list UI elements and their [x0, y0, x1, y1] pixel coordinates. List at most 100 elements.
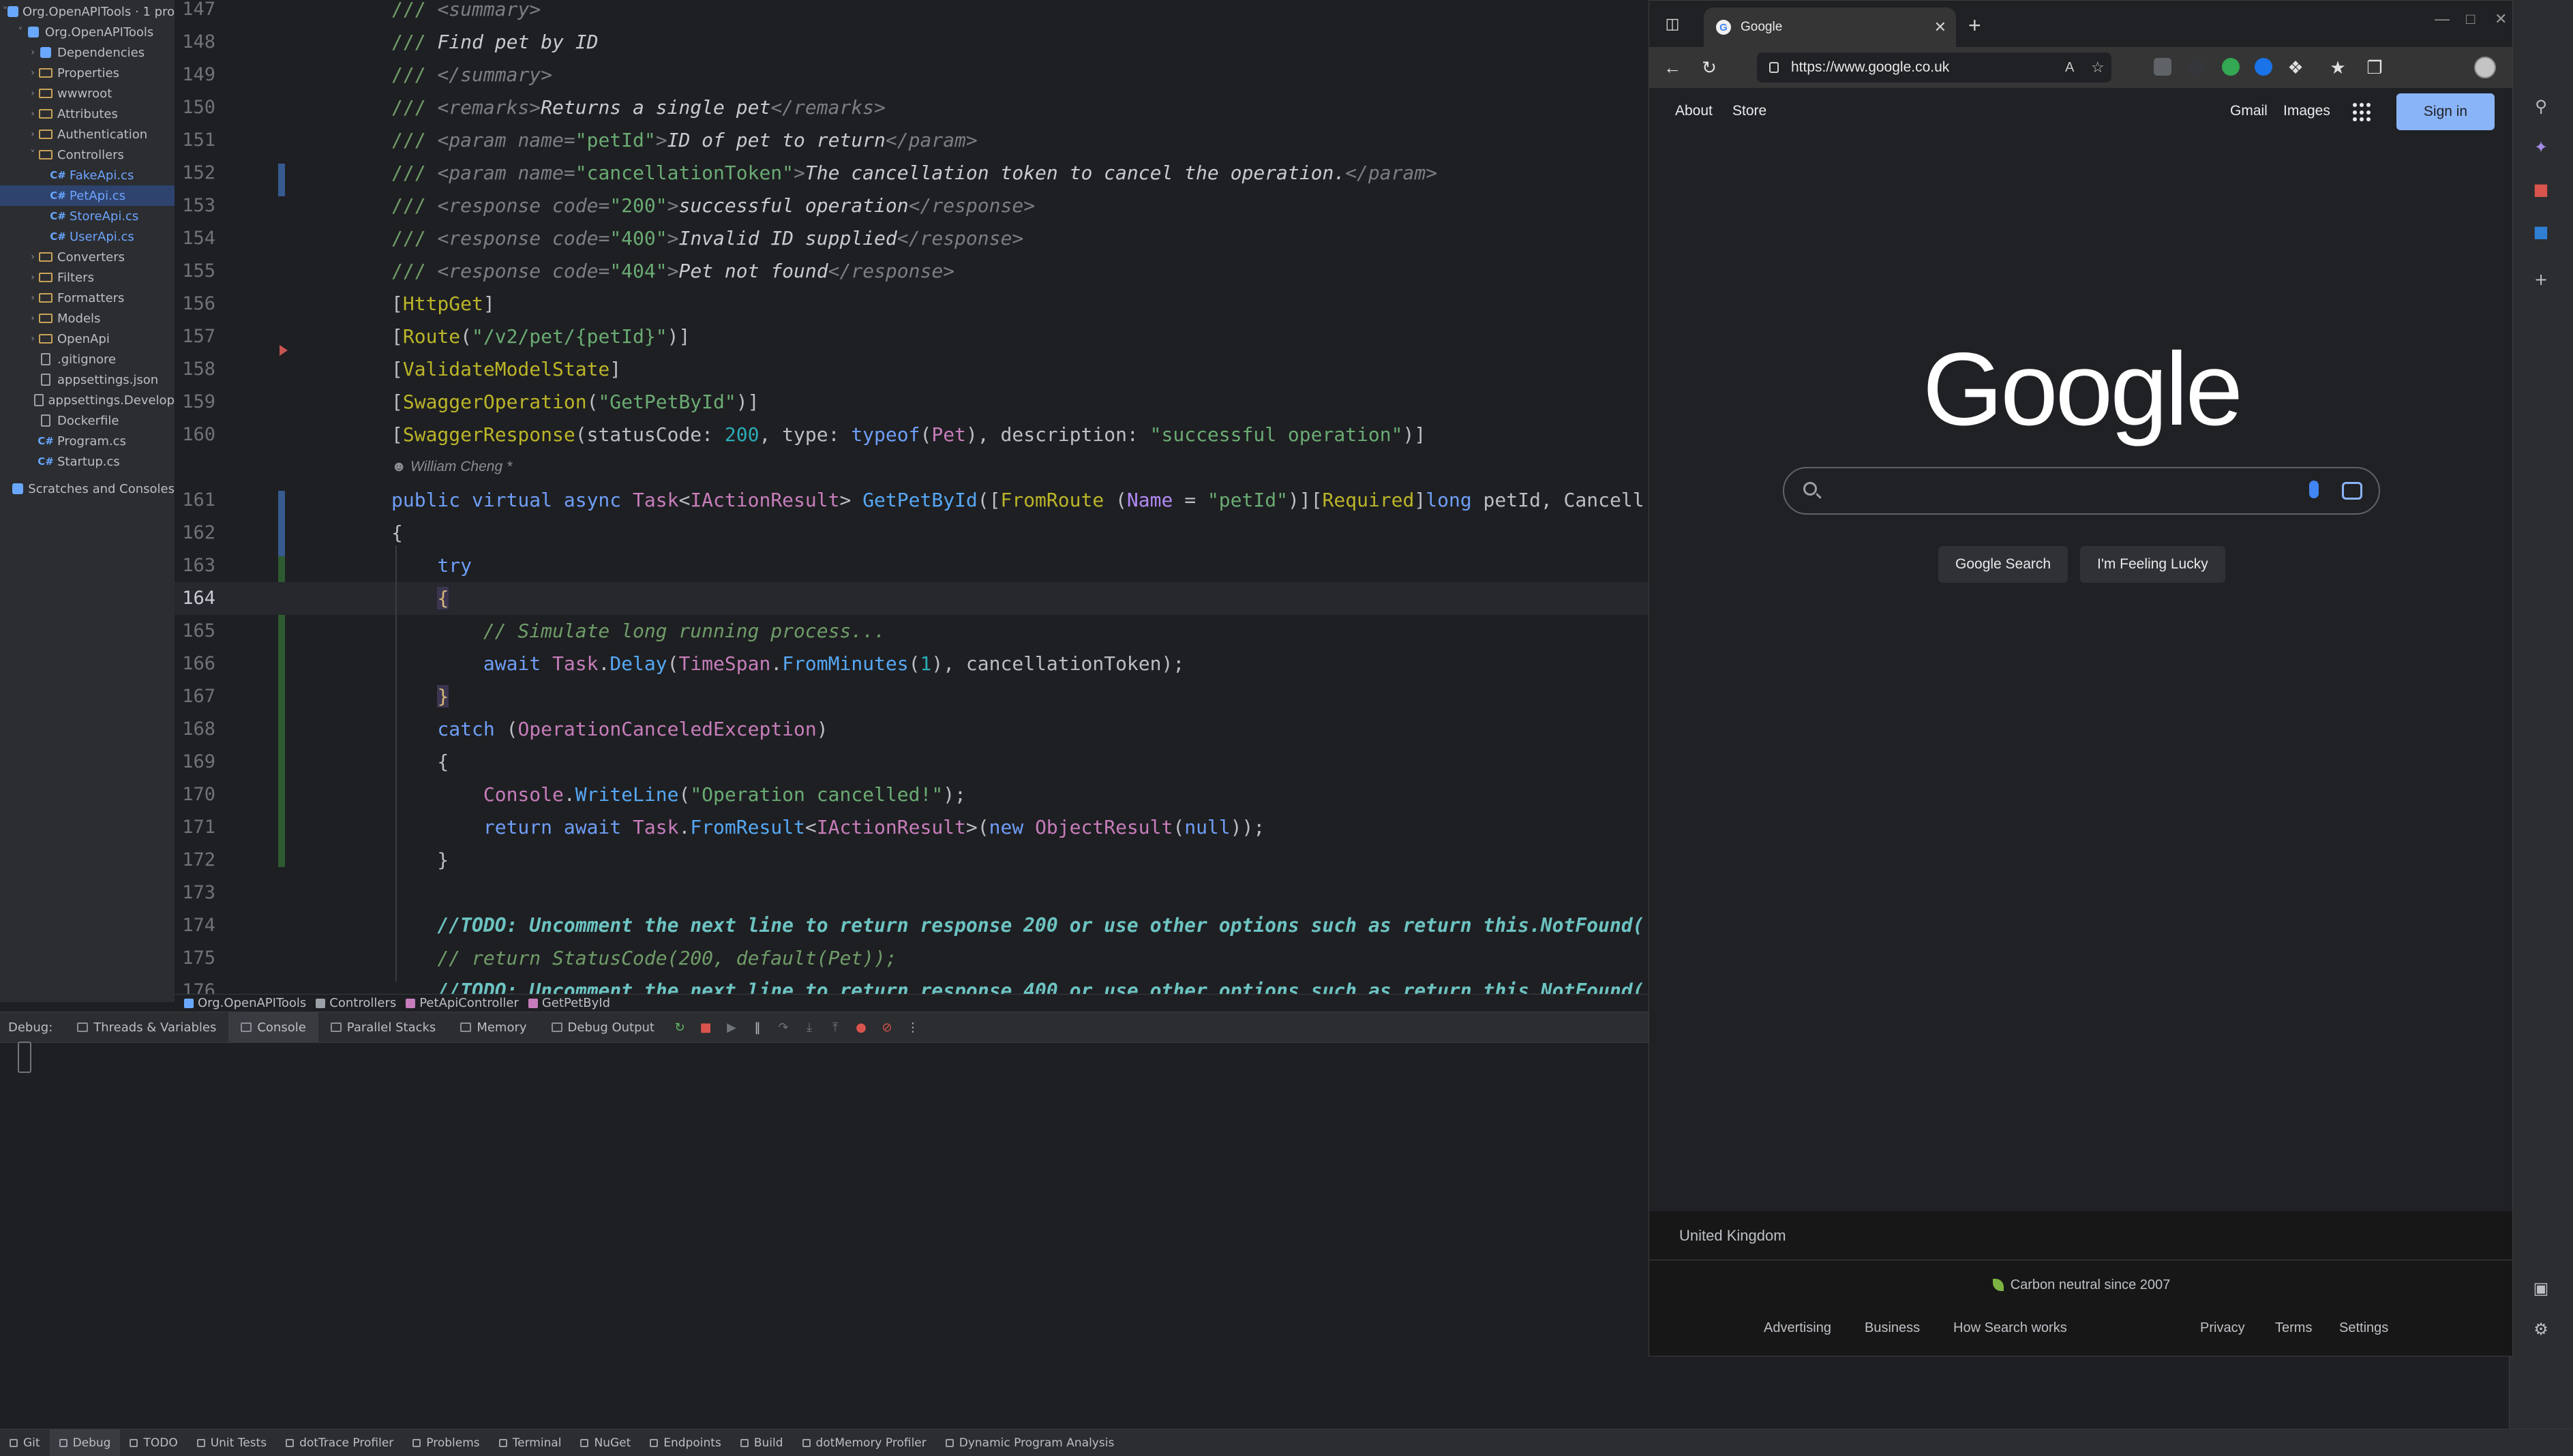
- step-into-icon[interactable]: ⤓: [802, 1020, 817, 1035]
- code-line[interactable]: 159 [SwaggerOperation("GetPetById")]: [175, 386, 1649, 419]
- settings-link[interactable]: Settings: [2339, 1320, 2388, 1336]
- privacy-link[interactable]: Privacy: [2200, 1320, 2245, 1336]
- tree-item[interactable]: › OpenApi: [0, 329, 175, 349]
- tab-actions-icon[interactable]: ◫: [1659, 10, 1686, 37]
- chevron-right-icon[interactable]: ›: [27, 47, 38, 58]
- tree-item[interactable]: › wwwroot: [0, 83, 175, 104]
- chevron-down-icon[interactable]: ˅: [27, 149, 38, 160]
- favorites-icon[interactable]: ★: [2324, 54, 2351, 81]
- close-window-icon[interactable]: ✕: [2495, 10, 2507, 28]
- chevron-right-icon[interactable]: ›: [27, 252, 38, 262]
- minimize-icon[interactable]: —: [2435, 10, 2450, 28]
- tree-item[interactable]: ˅ Controllers: [0, 145, 175, 165]
- google-search-button[interactable]: Google Search: [1938, 546, 2068, 583]
- tree-item[interactable]: C# Startup.cs: [0, 451, 175, 472]
- code-line[interactable]: 157 [Route("/v2/pet/{petId}")]: [175, 320, 1649, 353]
- gmail-link[interactable]: Gmail: [2230, 103, 2268, 119]
- browser-tab-google[interactable]: G Google ✕: [1704, 7, 1956, 47]
- tree-item[interactable]: › Formatters: [0, 288, 175, 308]
- chevron-right-icon[interactable]: ›: [27, 129, 38, 140]
- rerun-icon[interactable]: ↻: [672, 1020, 687, 1035]
- tree-item[interactable]: C# PetApi.cs: [0, 185, 175, 206]
- debug-tab[interactable]: Debug Output: [539, 1012, 667, 1043]
- google-apps-icon[interactable]: [2353, 103, 2372, 122]
- debug-tab[interactable]: Threads & Variables: [65, 1012, 228, 1043]
- mute-breakpoints-icon[interactable]: ⊘: [879, 1020, 894, 1035]
- tree-item[interactable]: › Dependencies: [0, 42, 175, 63]
- favorite-star-icon[interactable]: ☆: [2091, 59, 2105, 76]
- code-line[interactable]: 149 /// </summary>: [175, 59, 1649, 91]
- tree-item[interactable]: › Attributes: [0, 104, 175, 124]
- code-line[interactable]: 151 /// <param name="petId">ID of pet to …: [175, 124, 1649, 157]
- tree-item[interactable]: Dockerfile: [0, 410, 175, 431]
- tree-item[interactable]: C# StoreApi.cs: [0, 206, 175, 226]
- extension-icon[interactable]: [2255, 58, 2272, 76]
- tree-item[interactable]: C# FakeApi.cs: [0, 165, 175, 185]
- code-line[interactable]: 152 /// <param name="cancellationToken">T…: [175, 157, 1649, 189]
- tree-item[interactable]: ˅ Org.OpenAPITools: [0, 22, 175, 42]
- tree-item[interactable]: appsettings.json: [0, 369, 175, 390]
- extension-icon[interactable]: [2154, 58, 2171, 76]
- code-line[interactable]: 148 /// Find pet by ID: [175, 26, 1649, 59]
- pause-icon[interactable]: ‖: [750, 1020, 765, 1035]
- tool-window-button[interactable]: Problems: [403, 1429, 489, 1456]
- code-line[interactable]: 160 [SwaggerResponse(statusCode: 200, typ…: [175, 419, 1649, 451]
- code-line[interactable]: 155 /// <response code="404">Pet not foun…: [175, 255, 1649, 288]
- back-icon[interactable]: ←: [1659, 54, 1686, 81]
- sign-in-button[interactable]: Sign in: [2396, 93, 2495, 130]
- how-search-works-link[interactable]: How Search works: [1953, 1320, 2067, 1336]
- terms-link[interactable]: Terms: [2275, 1320, 2312, 1336]
- tool-window-button[interactable]: Debug: [49, 1429, 121, 1456]
- settings-gear-icon[interactable]: ⚙: [2530, 1318, 2552, 1340]
- notifications-icon[interactable]: ▣: [2530, 1277, 2552, 1299]
- code-line[interactable]: 150 /// <remarks>Returns a single pet</re…: [175, 91, 1649, 124]
- tool-window-button[interactable]: Terminal: [490, 1429, 571, 1456]
- refresh-icon[interactable]: ↻: [1696, 54, 1723, 81]
- code-editor[interactable]: ☼ ☻ William Cheng * 147/// <summary>148/…: [175, 0, 1649, 994]
- chevron-right-icon[interactable]: ›: [27, 67, 38, 78]
- step-out-icon[interactable]: ⤒: [828, 1020, 843, 1035]
- images-link[interactable]: Images: [2283, 103, 2330, 119]
- author-hint[interactable]: ☻ William Cheng *: [391, 459, 512, 475]
- more-icon[interactable]: ⋮: [905, 1020, 920, 1035]
- extension-icon[interactable]: [2222, 58, 2240, 76]
- store-link[interactable]: Store: [1732, 103, 1766, 119]
- close-tab-icon[interactable]: ✕: [1934, 18, 1946, 36]
- search-input[interactable]: [1832, 478, 2268, 505]
- resume-icon[interactable]: ▶: [724, 1020, 739, 1035]
- ai-assistant-icon[interactable]: ✦: [2530, 136, 2552, 158]
- extensions-puzzle-icon[interactable]: ❖: [2282, 54, 2309, 81]
- tree-item[interactable]: C# Program.cs: [0, 431, 175, 451]
- tool-window-button[interactable]: NuGet: [571, 1429, 640, 1456]
- tree-item[interactable]: › Filters: [0, 267, 175, 288]
- tree-item[interactable]: appsettings.Develop: [0, 390, 175, 410]
- collections-icon[interactable]: ❐: [2361, 54, 2388, 81]
- camera-lens-icon[interactable]: [2342, 482, 2362, 500]
- search-icon[interactable]: ⚲: [2530, 95, 2552, 117]
- console-input-caret[interactable]: [18, 1042, 31, 1073]
- search-box[interactable]: [1783, 467, 2380, 515]
- view-breakpoints-icon[interactable]: ●: [854, 1020, 869, 1035]
- about-link[interactable]: About: [1675, 103, 1713, 119]
- new-tab-icon[interactable]: +: [1968, 13, 1981, 38]
- tree-item[interactable]: .gitignore: [0, 349, 175, 369]
- chevron-right-icon[interactable]: ›: [27, 88, 38, 99]
- debug-console[interactable]: [0, 1043, 1649, 1429]
- tree-item[interactable]: Scratches and Consoles: [0, 479, 175, 499]
- tree-item[interactable]: › Properties: [0, 63, 175, 83]
- debug-tab[interactable]: Console: [228, 1012, 318, 1043]
- office-icon[interactable]: ■: [2530, 179, 2552, 200]
- stop-icon[interactable]: ■: [698, 1020, 713, 1035]
- code-line[interactable]: 162 {: [175, 517, 1649, 549]
- tool-window-button[interactable]: Build: [731, 1429, 793, 1456]
- outlook-icon[interactable]: ■: [2530, 221, 2552, 243]
- chevron-down-icon[interactable]: ˅: [3, 6, 7, 17]
- advertising-link[interactable]: Advertising: [1764, 1320, 1831, 1336]
- more-options-icon[interactable]: [2486, 54, 2512, 81]
- code-line[interactable]: 158 [ValidateModelState]: [175, 353, 1649, 386]
- code-line[interactable]: 153 /// <response code="200">successful o…: [175, 189, 1649, 222]
- step-over-icon[interactable]: ↷: [776, 1020, 791, 1035]
- address-bar[interactable]: https://www.google.co.uk A ☆: [1757, 52, 2111, 82]
- tool-window-button[interactable]: Endpoints: [640, 1429, 731, 1456]
- tool-window-button[interactable]: Git: [0, 1429, 50, 1456]
